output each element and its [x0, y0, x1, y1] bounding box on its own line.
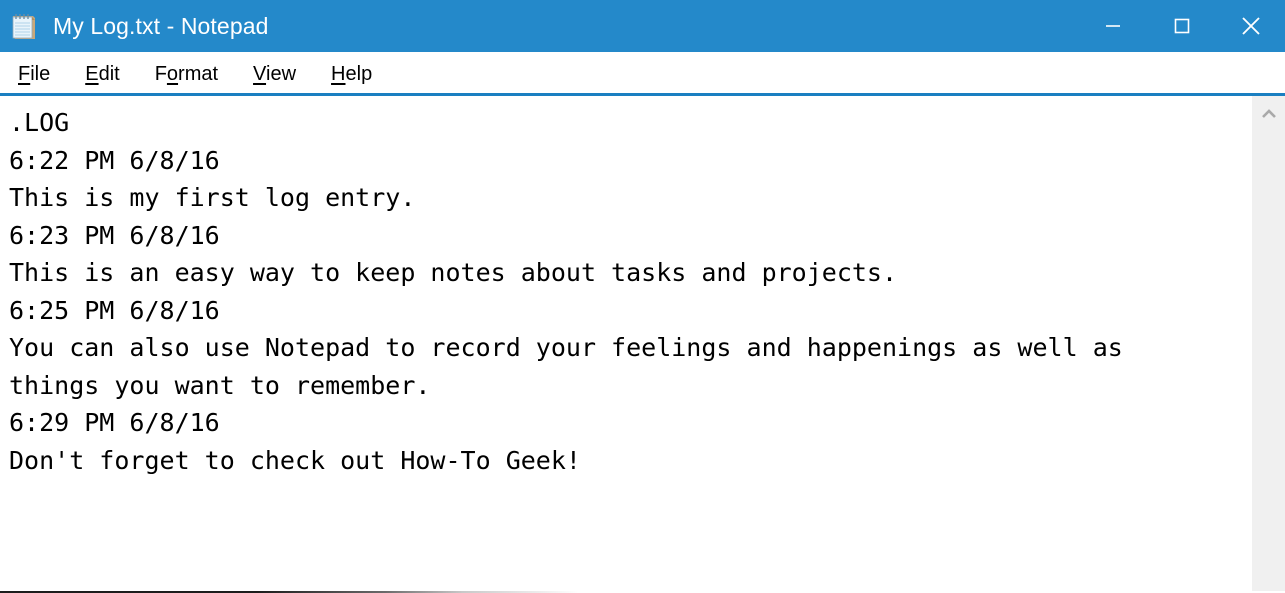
- notepad-window: My Log.txt - Notepad File Edit Format Vi…: [0, 0, 1285, 593]
- title-bar-left: My Log.txt - Notepad: [0, 10, 1078, 43]
- window-title: My Log.txt - Notepad: [53, 12, 269, 39]
- menu-item-format[interactable]: Format: [145, 62, 228, 86]
- menu-item-format-rest: rmat: [178, 63, 219, 85]
- editor-area: .LOG 6:22 PM 6/8/16 This is my first log e…: [0, 96, 1285, 593]
- menu-item-view[interactable]: View: [243, 62, 306, 86]
- close-button[interactable]: [1216, 0, 1285, 52]
- editor-line: .LOG: [9, 108, 70, 137]
- editor-line: 6:29 PM 6/8/16: [9, 408, 220, 437]
- editor-line: 6:23 PM 6/8/16: [9, 220, 220, 250]
- menu-item-edit[interactable]: Edit: [75, 62, 129, 86]
- maximize-icon: [1171, 15, 1193, 37]
- editor-line: Don't forget to check out How-To Geek!: [9, 445, 581, 475]
- menu-item-file[interactable]: File: [8, 62, 60, 86]
- text-editor[interactable]: .LOG 6:22 PM 6/8/16 This is my first log e…: [0, 96, 1251, 593]
- menu-item-view-rest: iew: [266, 63, 297, 85]
- notepad-icon: [9, 11, 39, 43]
- menu-item-help[interactable]: Help: [321, 62, 382, 86]
- close-icon: [1238, 13, 1264, 39]
- maximize-button[interactable]: [1147, 0, 1216, 52]
- vertical-scrollbar[interactable]: [1251, 96, 1285, 593]
- editor-line: This is an easy way to keep notes about …: [9, 258, 898, 287]
- chevron-up-icon: [1260, 107, 1278, 121]
- menu-bar: File Edit Format View Help: [0, 52, 1285, 96]
- editor-line: 6:25 PM 6/8/16: [9, 295, 220, 325]
- editor-line: You can also use Notepad to record your …: [9, 333, 1123, 362]
- menu-item-file-rest: ile: [30, 63, 51, 85]
- editor-line: things you want to remember.: [9, 370, 431, 400]
- editor-line: This is my first log entry.: [9, 183, 416, 212]
- menu-item-format-pre: F: [154, 63, 167, 85]
- menu-item-edit-rest: dit: [98, 63, 120, 85]
- editor-line: 6:22 PM 6/8/16: [9, 145, 220, 175]
- minimize-button[interactable]: [1078, 0, 1147, 52]
- title-bar: My Log.txt - Notepad: [0, 0, 1285, 52]
- menu-item-help-rest: elp: [345, 63, 373, 85]
- caption-button-group: [1078, 0, 1285, 52]
- minimize-icon: [1102, 15, 1124, 37]
- scrollbar-track[interactable]: [1252, 132, 1285, 593]
- scroll-up-button[interactable]: [1252, 96, 1285, 132]
